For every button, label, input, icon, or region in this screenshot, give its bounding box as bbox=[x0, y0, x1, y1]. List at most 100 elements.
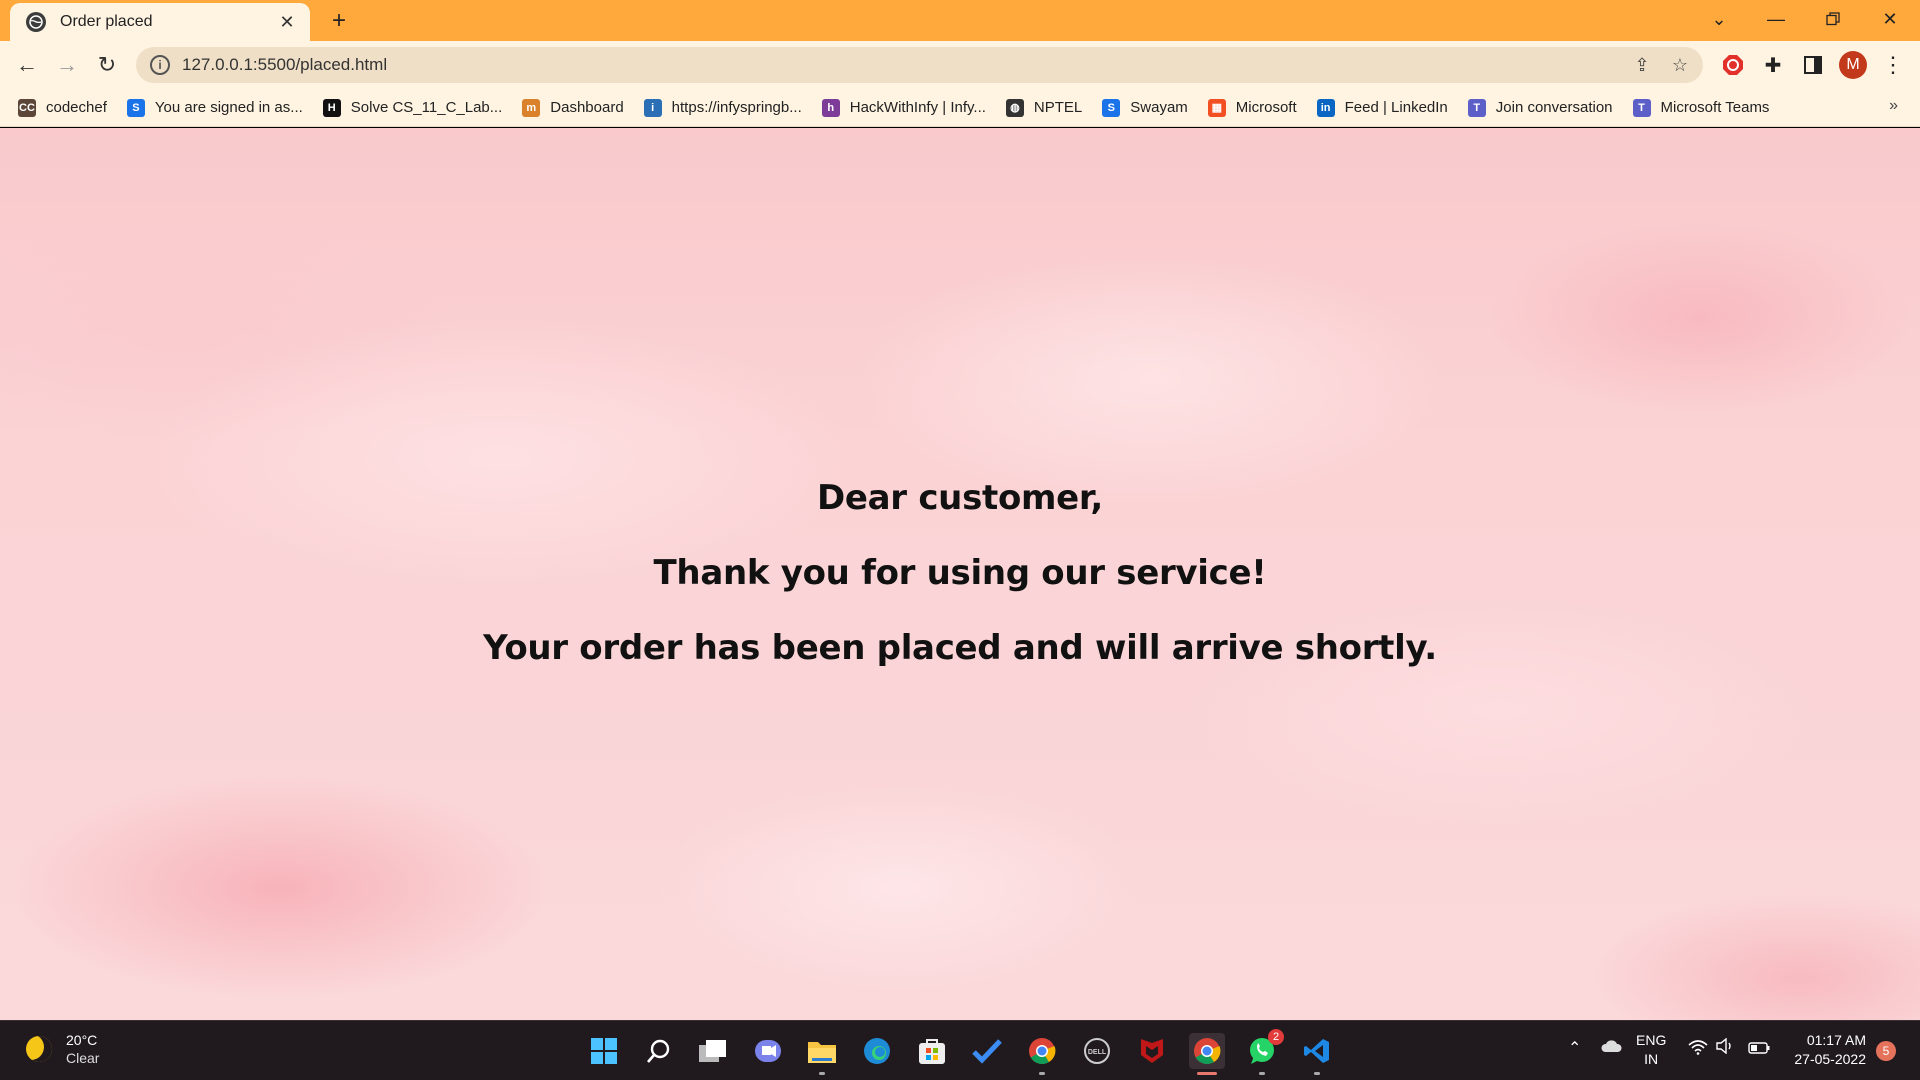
more-bookmarks-icon[interactable]: » bbox=[1889, 97, 1898, 115]
bookmark-label: NPTEL bbox=[1033, 99, 1083, 116]
bookmark-item[interactable]: CC codechef bbox=[18, 98, 107, 117]
clock-date: 27-05-2022 bbox=[1794, 1051, 1866, 1067]
edge-icon[interactable] bbox=[859, 1033, 895, 1069]
running-app-indicator bbox=[1259, 1072, 1265, 1075]
wifi-icon[interactable] bbox=[1688, 1039, 1708, 1060]
restore-button[interactable] bbox=[1805, 0, 1861, 38]
bookmark-label: Swayam bbox=[1130, 99, 1188, 116]
profile-initial: M bbox=[1839, 51, 1867, 79]
vscode-icon[interactable] bbox=[1299, 1033, 1335, 1075]
side-panel-icon[interactable] bbox=[1798, 50, 1828, 80]
bookmark-label: Microsoft Teams bbox=[1660, 99, 1770, 116]
site-info-icon[interactable]: i bbox=[150, 55, 170, 75]
mcafee-icon[interactable] bbox=[1134, 1033, 1170, 1069]
running-app-indicator bbox=[819, 1072, 825, 1075]
microsoft-icon: ▦ bbox=[1207, 98, 1226, 117]
page-viewport: Dear customer, Thank you for using our s… bbox=[0, 128, 1920, 1020]
volume-icon[interactable] bbox=[1716, 1037, 1734, 1059]
clock[interactable]: 01:17 AM 27-05-2022 bbox=[1786, 1031, 1866, 1069]
bookmark-label: Microsoft bbox=[1235, 99, 1297, 116]
bookmark-item[interactable]: T Join conversation bbox=[1467, 98, 1613, 117]
svg-text:DELL: DELL bbox=[1088, 1049, 1107, 1056]
bookmark-item[interactable]: T Microsoft Teams bbox=[1632, 98, 1770, 117]
share-icon[interactable]: ⇪ bbox=[1627, 50, 1657, 80]
address-bar[interactable]: i 127.0.0.1:5500/placed.html ⇪ ☆ bbox=[136, 47, 1703, 83]
bookmark-item[interactable]: ◍ NPTEL bbox=[1005, 98, 1083, 117]
bookmark-item[interactable]: in Feed | LinkedIn bbox=[1316, 98, 1448, 117]
order-confirmation-message: Dear customer, Thank you for using our s… bbox=[0, 478, 1920, 703]
chrome-icon[interactable] bbox=[1024, 1033, 1060, 1075]
chrome-profile-icon[interactable] bbox=[1189, 1033, 1225, 1075]
windows-taskbar: 20°C Clear DELL 2 ⌃ ENG IN 01:17 AM 27-05… bbox=[0, 1020, 1920, 1080]
bookmark-item[interactable]: m Dashboard bbox=[522, 98, 624, 117]
codechef-icon: CC bbox=[18, 98, 36, 117]
greeting-text: Dear customer, bbox=[816, 478, 1103, 518]
hackwithinfy-icon: h bbox=[821, 98, 840, 117]
dell-icon[interactable]: DELL bbox=[1079, 1033, 1115, 1069]
bookmark-item[interactable]: H Solve CS_11_C_Lab... bbox=[322, 98, 503, 117]
active-app-indicator bbox=[1197, 1072, 1217, 1075]
close-window-button[interactable]: ✕ bbox=[1862, 0, 1918, 38]
extensions-puzzle-icon[interactable]: ✚ bbox=[1758, 50, 1788, 80]
order-status-text: Your order has been placed and will arri… bbox=[483, 628, 1437, 668]
bookmark-item[interactable]: i https://infyspringb... bbox=[643, 98, 802, 117]
running-app-indicator bbox=[1039, 1072, 1045, 1075]
reload-button[interactable]: ↻ bbox=[91, 49, 123, 81]
thank-you-text: Thank you for using our service! bbox=[653, 553, 1267, 593]
show-hidden-icons-icon[interactable]: ⌃ bbox=[1568, 1039, 1581, 1058]
browser-tab[interactable]: Order placed ✕ bbox=[10, 3, 310, 41]
bookmark-label: Feed | LinkedIn bbox=[1344, 99, 1448, 116]
dashboard-icon: m bbox=[522, 98, 541, 117]
bookmark-label: Solve CS_11_C_Lab... bbox=[350, 99, 503, 116]
tab-title: Order placed bbox=[60, 13, 153, 30]
globe-icon: ◍ bbox=[1005, 98, 1024, 117]
browser-toolbar: ← → ↻ i 127.0.0.1:5500/placed.html ⇪ ☆ ✚… bbox=[0, 41, 1920, 89]
tab-search-icon[interactable]: ⌄ bbox=[1691, 0, 1747, 38]
infy-icon: i bbox=[643, 98, 662, 117]
bookmark-item[interactable]: S You are signed in as... bbox=[126, 98, 303, 117]
url-text[interactable]: 127.0.0.1:5500/placed.html bbox=[182, 55, 1627, 75]
region-code: IN bbox=[1644, 1051, 1659, 1067]
teams-icon: T bbox=[1467, 98, 1486, 117]
back-button[interactable]: ← bbox=[11, 49, 43, 81]
swayam-icon: S bbox=[1102, 98, 1121, 117]
todo-icon[interactable] bbox=[969, 1033, 1005, 1069]
language-indicator[interactable]: ENG IN bbox=[1636, 1031, 1666, 1069]
onedrive-cloud-icon[interactable] bbox=[1600, 1039, 1622, 1058]
battery-icon[interactable] bbox=[1748, 1040, 1770, 1059]
bookmark-label: codechef bbox=[46, 99, 107, 116]
minimize-button[interactable]: — bbox=[1748, 0, 1804, 38]
adblock-extension-icon[interactable] bbox=[1718, 50, 1748, 80]
bookmark-label: https://infyspringb... bbox=[671, 99, 802, 116]
title-bar: Order placed ✕ + ⌄ — ✕ bbox=[0, 0, 1920, 41]
running-app-indicator bbox=[1314, 1072, 1320, 1075]
weather-widget[interactable]: 20°C Clear bbox=[26, 1031, 99, 1067]
moon-icon bbox=[26, 1036, 52, 1062]
weather-temperature: 20°C bbox=[66, 1032, 98, 1048]
bookmark-item[interactable]: ▦ Microsoft bbox=[1207, 98, 1297, 117]
teams-chat-icon[interactable] bbox=[750, 1033, 786, 1069]
bookmark-label: You are signed in as... bbox=[154, 99, 303, 116]
whatsapp-icon[interactable]: 2 bbox=[1244, 1029, 1284, 1075]
profile-avatar[interactable]: M bbox=[1838, 50, 1868, 80]
bookmark-label: HackWithInfy | Infy... bbox=[849, 99, 986, 116]
start-icon[interactable] bbox=[586, 1033, 622, 1069]
bookmark-label: Dashboard bbox=[550, 99, 624, 116]
bookmark-item[interactable]: S Swayam bbox=[1102, 98, 1188, 117]
clock-time: 01:17 AM bbox=[1806, 1032, 1866, 1048]
linkedin-icon: in bbox=[1316, 98, 1335, 117]
store-icon[interactable] bbox=[914, 1033, 950, 1069]
menu-kebab-icon[interactable]: ⋮ bbox=[1878, 50, 1908, 80]
bookmark-item[interactable]: h HackWithInfy | Infy... bbox=[821, 98, 986, 117]
forward-button[interactable]: → bbox=[51, 49, 83, 81]
search-icon[interactable] bbox=[641, 1033, 677, 1069]
bookmark-star-icon[interactable]: ☆ bbox=[1665, 50, 1695, 80]
new-tab-button[interactable]: + bbox=[326, 7, 352, 34]
globe-icon bbox=[26, 12, 46, 32]
close-tab-icon[interactable]: ✕ bbox=[276, 11, 298, 33]
teams-icon: T bbox=[1632, 98, 1651, 117]
bookmarks-bar: CC codechef S You are signed in as... H Solve… bbox=[0, 89, 1920, 127]
file-explorer-icon[interactable] bbox=[804, 1033, 840, 1075]
notification-badge[interactable]: 5 bbox=[1876, 1041, 1896, 1061]
task-view-icon[interactable] bbox=[695, 1033, 731, 1069]
